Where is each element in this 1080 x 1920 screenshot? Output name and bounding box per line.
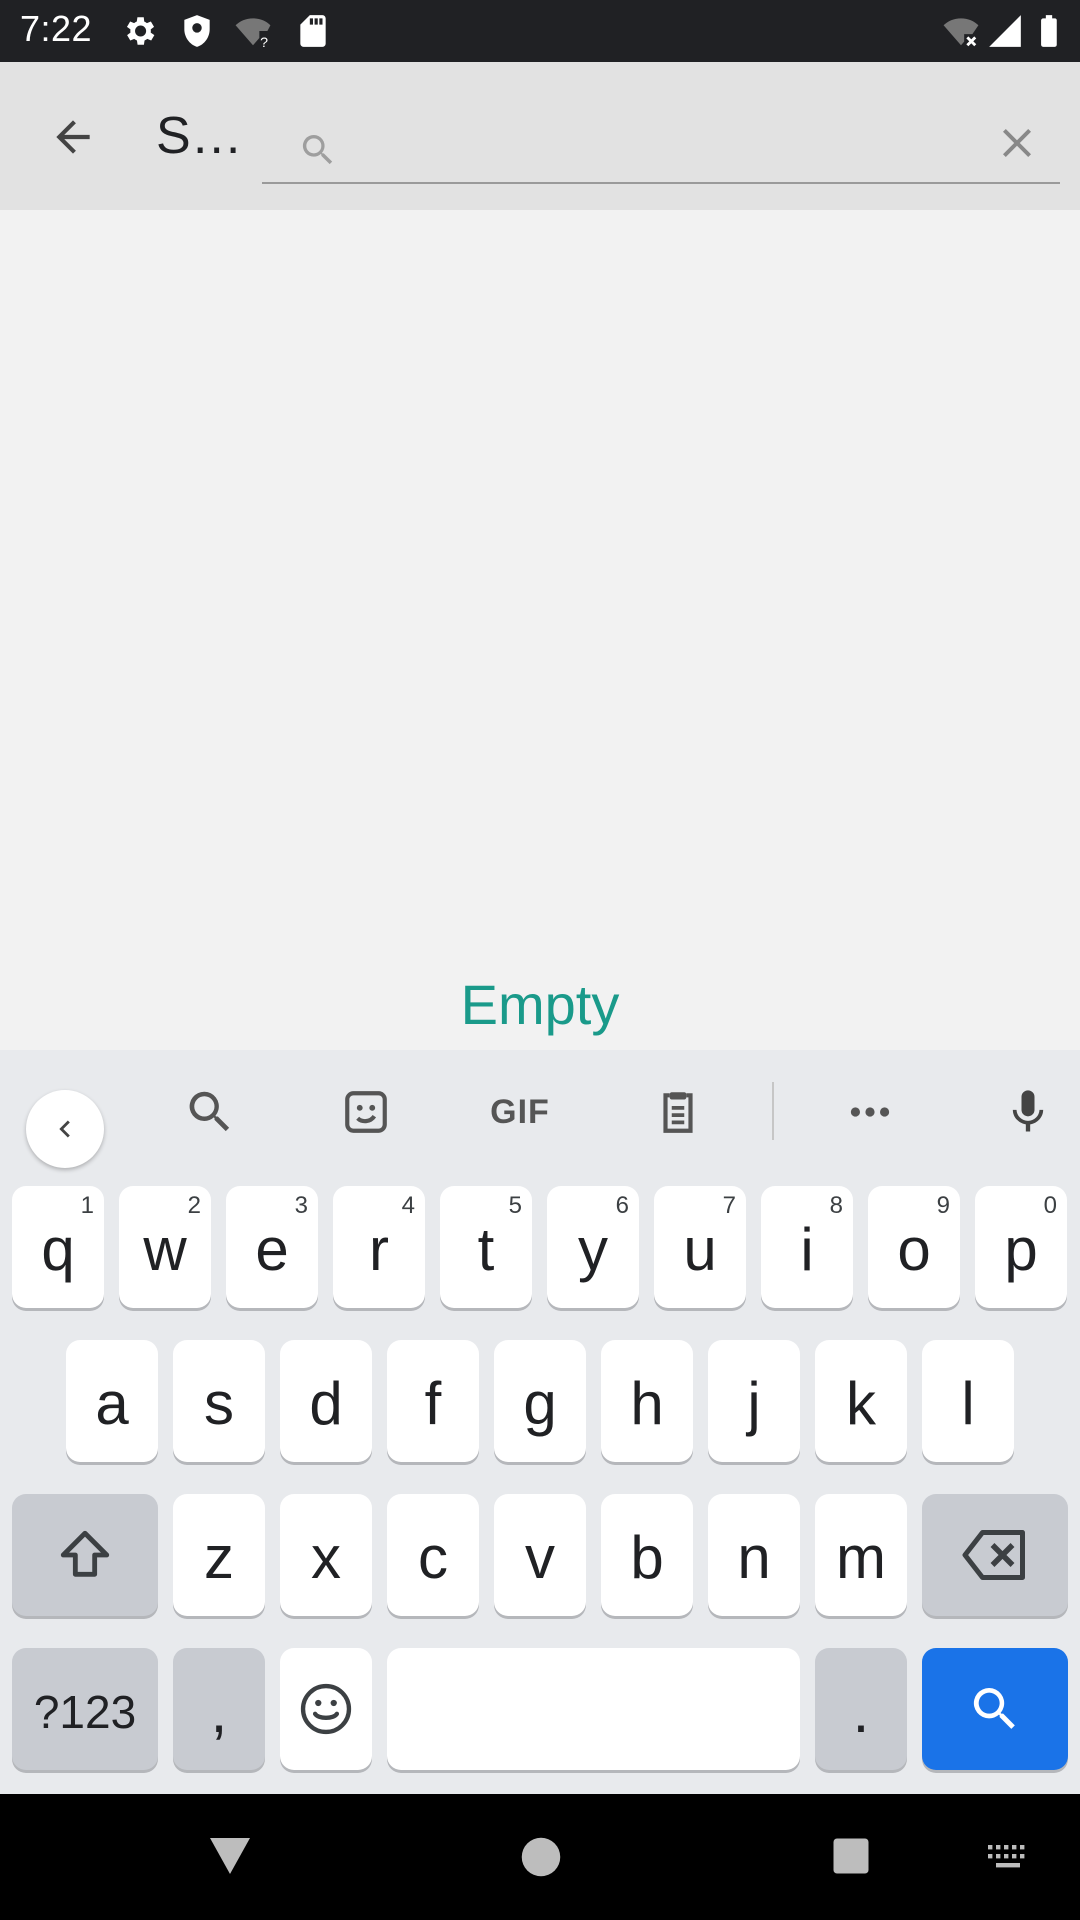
key-c[interactable]: c <box>387 1494 479 1616</box>
search-icon <box>302 135 333 165</box>
gif-button[interactable]: GIF <box>488 1080 552 1144</box>
page-title: S… <box>156 107 243 165</box>
voice-input-button[interactable] <box>996 1080 1060 1144</box>
clipboard-icon <box>663 1092 693 1133</box>
home-circle-icon[interactable] <box>520 1836 562 1878</box>
key-k[interactable]: k <box>815 1340 907 1462</box>
backspace-icon <box>962 1530 1025 1580</box>
comma-key[interactable]: , <box>173 1648 265 1770</box>
mic-icon <box>1012 1090 1044 1132</box>
collapse-toolbar-button[interactable] <box>26 1090 104 1168</box>
key-j[interactable]: j <box>708 1340 800 1462</box>
key-m[interactable]: m <box>815 1494 907 1616</box>
key-q[interactable]: q1 <box>12 1186 104 1308</box>
key-e[interactable]: e3 <box>226 1186 318 1308</box>
key-h[interactable]: h <box>601 1340 693 1462</box>
search-bar[interactable] <box>262 82 1060 184</box>
search-action-key[interactable] <box>922 1648 1068 1770</box>
sticker-button[interactable] <box>334 1080 398 1144</box>
key-p[interactable]: p0 <box>975 1186 1067 1308</box>
key-u[interactable]: u7 <box>654 1186 746 1308</box>
key-a[interactable]: a <box>66 1340 158 1462</box>
period-key[interactable]: . <box>815 1648 907 1770</box>
gif-label: GIF <box>490 1092 550 1131</box>
emoji-icon <box>300 1683 352 1735</box>
clipboard-button[interactable] <box>646 1080 710 1144</box>
space-key[interactable] <box>387 1648 800 1770</box>
key-f[interactable]: f <box>387 1340 479 1462</box>
back-triangle-icon[interactable] <box>206 1834 254 1878</box>
wifi-off-icon <box>943 18 979 47</box>
soft-keyboard: GIF q1 w2 e3 r4 t5 y6 u7 i8 o9 p0 a s d … <box>0 1050 1080 1794</box>
search-input[interactable] <box>352 122 952 174</box>
close-icon <box>1003 129 1031 157</box>
key-v[interactable]: v <box>494 1494 586 1616</box>
shield-icon <box>184 15 210 47</box>
key-d[interactable]: d <box>280 1340 372 1462</box>
wifi-question-icon: ? <box>235 18 271 50</box>
sticker-icon <box>345 1091 387 1133</box>
key-s[interactable]: s <box>173 1340 265 1462</box>
key-o[interactable]: o9 <box>868 1186 960 1308</box>
shift-key[interactable] <box>12 1494 158 1616</box>
more-button[interactable] <box>838 1080 902 1144</box>
key-y[interactable]: y6 <box>547 1186 639 1308</box>
search-icon <box>973 1688 1015 1729</box>
search-icon <box>189 1091 230 1132</box>
emoji-key[interactable] <box>280 1648 372 1770</box>
keyboard-icon[interactable] <box>986 1842 1030 1872</box>
status-bar: 7:22 ? <box>0 0 1080 62</box>
keyboard-toolbar: GIF <box>0 1050 1080 1170</box>
signal-icon <box>989 15 1021 47</box>
backspace-key[interactable] <box>922 1494 1068 1616</box>
back-button[interactable] <box>40 104 106 170</box>
key-x[interactable]: x <box>280 1494 372 1616</box>
svg-text:?: ? <box>260 35 268 50</box>
key-i[interactable]: i8 <box>761 1186 853 1308</box>
arrow-back-icon <box>56 120 90 154</box>
symbols-key[interactable]: ?123 <box>12 1648 158 1770</box>
key-l[interactable]: l <box>922 1340 1014 1462</box>
settings-icon <box>126 17 155 45</box>
clear-search-button[interactable] <box>982 108 1052 178</box>
toolbar-divider <box>772 1082 774 1140</box>
key-r[interactable]: r4 <box>333 1186 425 1308</box>
status-time: 7:22 <box>20 8 93 49</box>
key-n[interactable]: n <box>708 1494 800 1616</box>
recents-square-icon[interactable] <box>830 1834 872 1878</box>
keyboard-search-button[interactable] <box>178 1080 242 1144</box>
key-w[interactable]: w2 <box>119 1186 211 1308</box>
key-g[interactable]: g <box>494 1340 586 1462</box>
key-z[interactable]: z <box>173 1494 265 1616</box>
key-t[interactable]: t5 <box>440 1186 532 1308</box>
chevron-left-icon <box>59 1120 70 1138</box>
empty-state-label: Empty <box>460 973 620 1036</box>
key-b[interactable]: b <box>601 1494 693 1616</box>
sd-card-icon <box>300 15 326 47</box>
more-icon <box>850 1107 890 1117</box>
battery-icon <box>1041 15 1057 47</box>
shift-icon <box>60 1530 110 1577</box>
navigation-bar <box>0 1794 1080 1920</box>
app-bar: S… <box>0 62 1080 210</box>
